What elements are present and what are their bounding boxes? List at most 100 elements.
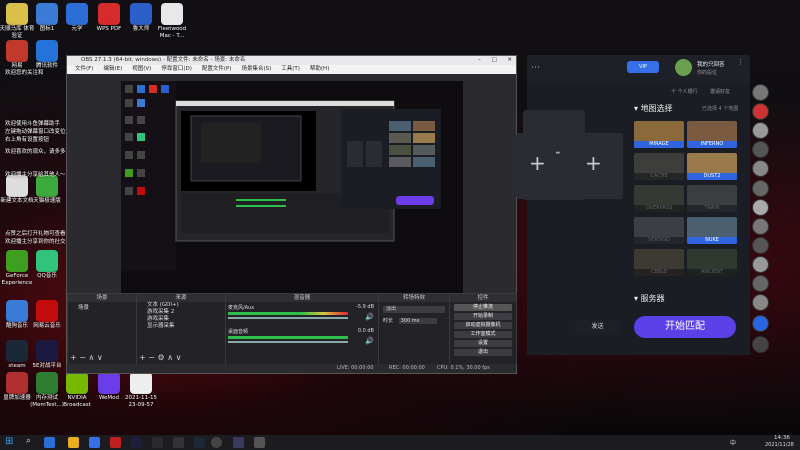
control-button[interactable]: 停止推流 xyxy=(454,304,512,311)
obs-icon[interactable] xyxy=(211,437,222,448)
desktop-icon[interactable]: 天猫极速版 xyxy=(27,175,67,205)
gear-icon[interactable]: ⚙ xyxy=(158,353,165,362)
friend-avatar[interactable] xyxy=(752,275,769,292)
menu-item[interactable]: 工具(T) xyxy=(281,65,300,74)
up-icon[interactable]: ∧ xyxy=(167,353,173,362)
speaker-icon[interactable]: 🔊 xyxy=(365,313,374,321)
app-icon[interactable] xyxy=(89,437,100,448)
map-tile[interactable]: ANCIENT xyxy=(687,249,737,276)
map-tile[interactable]: INFERNO xyxy=(687,121,737,148)
maximize-icon[interactable]: □ xyxy=(491,57,496,63)
scene-item[interactable]: 场景 xyxy=(68,305,136,312)
transition-select[interactable]: 淡出 xyxy=(383,306,445,313)
menu-item[interactable]: 帮助(H) xyxy=(310,65,329,74)
windows-start-icon[interactable]: ⊞ xyxy=(5,436,13,447)
collapse-icon[interactable]: ▾ xyxy=(634,104,638,113)
friend-avatar[interactable] xyxy=(752,315,769,332)
send-button[interactable]: 发送 xyxy=(575,320,620,334)
add-player-icon[interactable]: + xyxy=(585,151,602,175)
invite-text[interactable]: 十 个人银行 xyxy=(671,88,698,95)
down-icon[interactable]: ∨ xyxy=(176,353,182,362)
vip-badge[interactable]: VIP xyxy=(627,61,659,73)
map-tile[interactable]: MIRAGE xyxy=(634,121,684,148)
remove-icon[interactable]: − xyxy=(79,353,86,362)
control-button[interactable]: 设置 xyxy=(454,340,512,347)
ime-indicator[interactable]: 中 xyxy=(730,438,736,447)
friend-avatar[interactable] xyxy=(752,336,769,353)
explorer-icon[interactable] xyxy=(68,437,79,448)
source-item[interactable]: 文本 (GDI+) xyxy=(137,302,225,309)
down-icon[interactable]: ∨ xyxy=(97,353,103,362)
friends-link[interactable]: 邀请好友 xyxy=(710,88,730,95)
player-slot[interactable]: + xyxy=(563,133,623,199)
menu-item[interactable]: 编辑(E) xyxy=(103,65,122,74)
clock-date[interactable]: 2021/11/28 xyxy=(765,442,794,448)
map-tile[interactable]: NUKE xyxy=(687,217,737,244)
control-button[interactable]: 启动虚拟摄像机 xyxy=(454,322,512,329)
friend-avatar[interactable] xyxy=(752,294,769,311)
control-button[interactable]: 开始录制 xyxy=(454,313,512,320)
add-icon[interactable]: + xyxy=(70,353,77,362)
app-icon[interactable] xyxy=(233,437,244,448)
friend-avatar[interactable] xyxy=(752,141,769,158)
control-button[interactable]: 退出 xyxy=(454,349,512,356)
collapse-icon[interactable]: ▾ xyxy=(634,294,638,303)
add-player-icon[interactable]: + xyxy=(529,151,546,175)
player-slot[interactable]: + xyxy=(516,133,556,199)
friend-avatar[interactable] xyxy=(752,103,769,120)
menu-item[interactable]: 停靠窗口(D) xyxy=(161,65,192,74)
obs-title-bar[interactable]: OBS 27.1.3 (64-bit, windows) - 配置文件: 未命名… xyxy=(67,56,516,65)
app-icon[interactable] xyxy=(110,437,121,448)
more-icon[interactable]: ⋮ xyxy=(737,58,744,66)
menu-icon[interactable]: ⋯ xyxy=(531,63,540,73)
source-item[interactable]: 游戏采集 2 xyxy=(137,309,225,316)
friend-avatar[interactable] xyxy=(752,122,769,139)
avatar[interactable] xyxy=(675,59,692,76)
obs-window[interactable]: OBS 27.1.3 (64-bit, windows) - 配置文件: 未命名… xyxy=(66,55,517,374)
map-tile[interactable]: OVERPASS xyxy=(634,185,684,212)
taskview-icon[interactable] xyxy=(44,437,55,448)
map-tile[interactable]: CACHE xyxy=(634,153,684,180)
menu-item[interactable]: 场景集合(S) xyxy=(241,65,271,74)
up-icon[interactable]: ∧ xyxy=(89,353,95,362)
friend-avatar[interactable] xyxy=(752,237,769,254)
steam-icon[interactable] xyxy=(194,437,205,448)
desktop-icon[interactable]: Fleetwood Mac - T... xyxy=(152,3,192,40)
remove-icon[interactable]: − xyxy=(148,353,155,362)
source-item[interactable]: 游戏采集 xyxy=(137,316,225,323)
obs-preview[interactable] xyxy=(121,81,463,326)
desktop-icon[interactable]: 腾讯软件 xyxy=(27,40,67,70)
app-icon[interactable] xyxy=(152,437,163,448)
speaker-icon[interactable]: 🔊 xyxy=(365,337,374,345)
friend-avatar[interactable] xyxy=(752,84,769,101)
menu-item[interactable]: 视图(V) xyxy=(132,65,151,74)
source-item[interactable]: 显示器采集 xyxy=(137,323,225,330)
menu-item[interactable]: 文件(F) xyxy=(75,65,93,74)
app-icon[interactable] xyxy=(254,437,265,448)
menu-item[interactable]: 配置文件(P) xyxy=(202,65,232,74)
map-tile[interactable]: CBBLE xyxy=(634,249,684,276)
friend-avatar[interactable] xyxy=(752,180,769,197)
desktop-icon[interactable]: 5E对战平台 xyxy=(27,340,67,370)
clock-time[interactable]: 14:36 xyxy=(774,435,790,441)
minimize-icon[interactable]: – xyxy=(478,57,481,63)
map-tile[interactable]: DUST2 xyxy=(687,153,737,180)
friend-avatar[interactable] xyxy=(752,256,769,273)
friend-avatar[interactable] xyxy=(752,218,769,235)
map-tile[interactable]: VERTIGO xyxy=(634,217,684,244)
friend-avatar[interactable] xyxy=(752,199,769,216)
close-icon[interactable]: ✕ xyxy=(507,57,512,63)
desktop-icon[interactable]: QQ音乐 xyxy=(27,250,67,280)
volume-slider[interactable] xyxy=(228,341,348,343)
volume-slider[interactable] xyxy=(228,317,348,319)
game-client-window[interactable]: ⋯ VIP 我的只回答 你的段位 ⋮ 十 个人银行 邀请好友 + ▾ 地图选择 … xyxy=(523,55,750,355)
friend-avatar[interactable] xyxy=(752,160,769,177)
desktop-icon[interactable]: 2021-11-15 23-09-57 xyxy=(121,372,161,409)
search-icon[interactable]: ⌕ xyxy=(26,436,31,446)
premiere-icon[interactable] xyxy=(131,437,142,448)
duration-input[interactable]: 300 ms xyxy=(398,318,437,324)
add-icon[interactable]: + xyxy=(139,353,146,362)
app-icon[interactable] xyxy=(173,437,184,448)
start-match-button[interactable]: 开始匹配 xyxy=(634,316,736,338)
control-button[interactable]: 工作室模式 xyxy=(454,331,512,338)
